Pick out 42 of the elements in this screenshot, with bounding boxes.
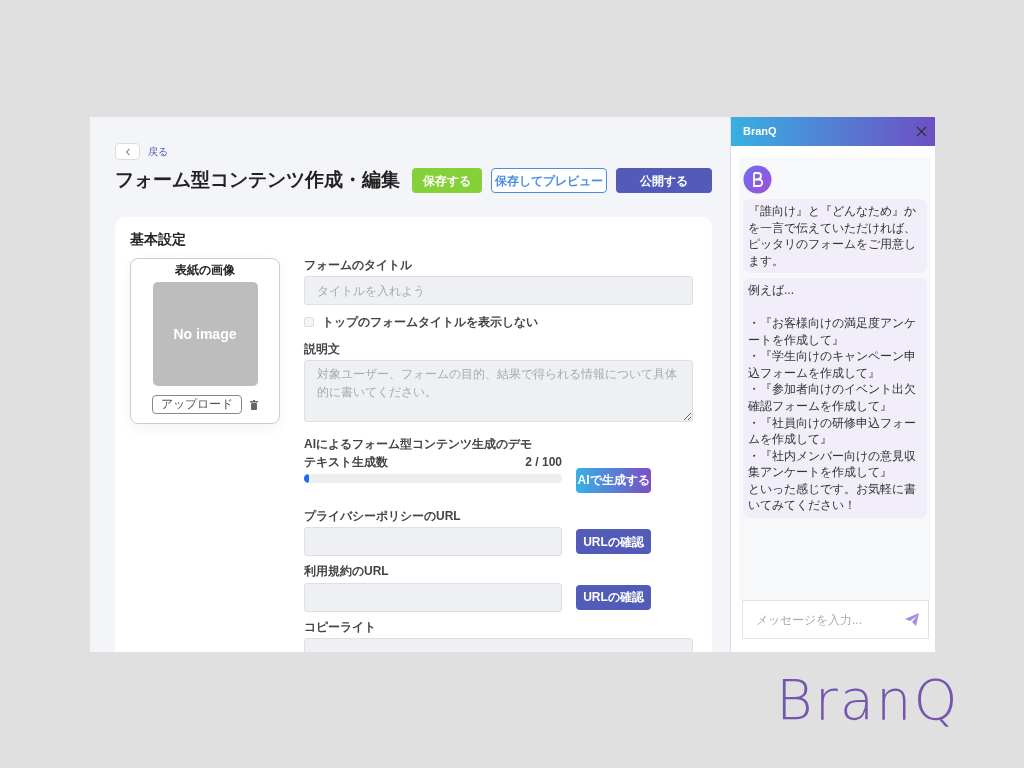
- url-field[interactable]: [304, 527, 562, 557]
- bot-avatar-icon: [743, 165, 772, 194]
- check-url-button[interactable]: URLの確認: [576, 584, 651, 610]
- message-line: 『誰向け』と『どんなため』かを一言で伝えていただければ、ピッタリのフォームをご用意します。: [748, 203, 917, 270]
- message-line: ・『社員向けの研修申込フォームを作成して』: [748, 414, 917, 448]
- message-line: ・『社内メンバー向けの意見収集アンケートを作成して』: [748, 447, 917, 481]
- field-label: 説明文: [304, 341, 341, 356]
- close-icon[interactable]: [916, 126, 927, 137]
- logo: BranQ: [776, 672, 960, 728]
- checkbox[interactable]: [304, 317, 314, 328]
- trash-icon[interactable]: [250, 399, 258, 410]
- description-field[interactable]: 対象ユーザー、フォームの目的、結果で得られる情報について具体的に書いてください。: [304, 359, 693, 422]
- url-field[interactable]: [304, 582, 562, 612]
- chat-title: BranQ: [743, 124, 777, 140]
- chevron-left-icon: [124, 147, 131, 156]
- picture: No image: [152, 282, 258, 387]
- title-field[interactable]: タイトルを入れよう: [304, 276, 693, 306]
- field-label: 利用規約のURL: [304, 564, 390, 579]
- counter-label: テキスト生成数: [304, 455, 388, 470]
- message-line: 例えば...: [748, 282, 795, 299]
- preview-button[interactable]: 保存してプレビュー: [491, 168, 607, 193]
- back-link[interactable]: 戻る: [148, 144, 168, 159]
- checkbox-label: トップのフォームタイトルを表示しない: [322, 315, 538, 330]
- publish-button[interactable]: 公開する: [616, 168, 712, 193]
- send-icon[interactable]: [905, 613, 919, 626]
- message-input[interactable]: メッセージを入力...: [742, 600, 929, 639]
- field-label: フォームのタイトル: [304, 257, 413, 273]
- section-title: 基本設定: [130, 231, 187, 248]
- counter-value: 2 / 100: [525, 455, 562, 470]
- back-button[interactable]: [115, 143, 140, 160]
- field-label: プライバシーポリシーのURL: [304, 508, 462, 524]
- cover-title: 表紙の画像: [175, 262, 235, 278]
- field-label: コピーライト: [304, 619, 377, 634]
- section-label: AIによるフォーム型コンテンツ生成のデモ: [304, 436, 533, 452]
- page-title: フォーム型コンテンツ作成・編集: [115, 169, 400, 192]
- check-url-button[interactable]: URLの確認: [576, 529, 651, 555]
- generate-button[interactable]: AIで生成する: [576, 467, 651, 493]
- upload-button[interactable]: アップロード: [152, 395, 242, 415]
- message-line: といった感じです。お気軽に書いてみてください！: [748, 480, 917, 514]
- message-line: ・『学生向けのキャンペーン申込フォームを作成して』: [748, 348, 917, 382]
- message-line: ・『参加者向けのイベント出欠確認フォームを作成して』: [748, 381, 917, 415]
- message-line: ・『お客様向けの満足度アンケートを作成して』: [748, 315, 917, 349]
